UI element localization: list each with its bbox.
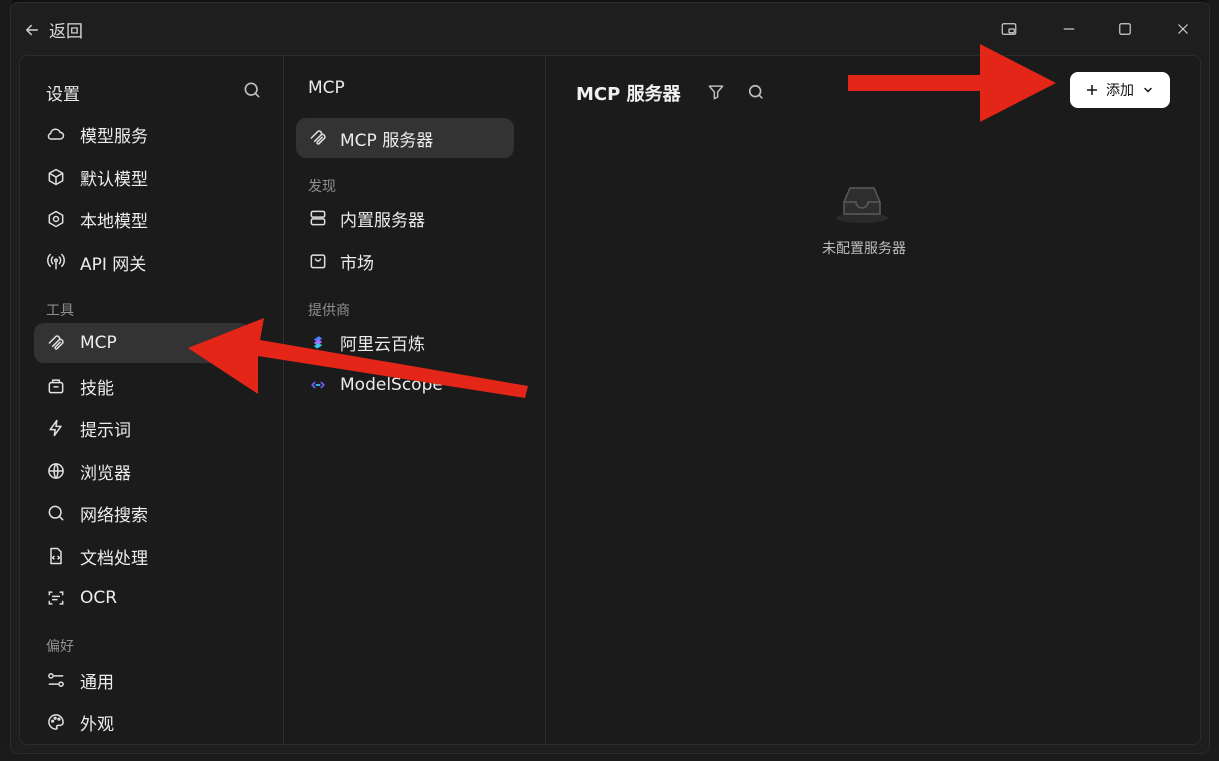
sub-item-marketplace[interactable]: 市场 (296, 241, 514, 281)
search-icon[interactable] (242, 80, 262, 100)
empty-state-text: 未配置服务器 (822, 241, 906, 257)
local-model-icon (48, 210, 64, 228)
globe-icon (48, 463, 64, 479)
section-label-preferences: 偏好 (46, 639, 74, 655)
add-server-button[interactable]: 添加 (1070, 72, 1170, 108)
sidebar-item-appearance[interactable]: 外观 (34, 702, 250, 742)
sidebar-item-local-model[interactable]: 本地模型 (34, 199, 250, 239)
sidebar-item-default-model[interactable]: 默认模型 (34, 157, 250, 197)
sub-item-builtin-servers[interactable]: 内置服务器 (296, 198, 514, 238)
chevron-down-icon (1144, 87, 1152, 93)
section-label-tools: 工具 (46, 303, 74, 319)
skills-icon (48, 379, 64, 394)
section-label-discover: 发现 (308, 179, 336, 195)
sidebar-item-document-processing[interactable]: 文档处理 (34, 536, 250, 576)
add-button-label: 添加 (1106, 83, 1134, 99)
minimize-icon (1063, 28, 1075, 30)
server-icon (310, 210, 326, 226)
sidebar-item-api-gateway[interactable]: API 网关 (34, 242, 250, 282)
back-label: 返回 (49, 22, 83, 42)
picture-in-picture-icon (1001, 23, 1017, 35)
picture-in-picture-button[interactable] (997, 17, 1021, 41)
red-arrow-to-add (848, 44, 1056, 122)
minimize-button[interactable] (1057, 17, 1081, 41)
scan-text-icon (48, 591, 64, 605)
sidebar-item-prompts[interactable]: 提示词 (34, 408, 250, 448)
section-label-providers: 提供商 (308, 303, 350, 319)
empty-inbox-icon (836, 187, 888, 223)
page-title: MCP 服务器 (576, 84, 681, 105)
back-button[interactable]: 返回 (23, 17, 83, 42)
shopping-bag-icon (310, 254, 326, 269)
search-icon (48, 505, 64, 521)
maximize-button[interactable] (1113, 17, 1137, 41)
mcp-icon (48, 335, 64, 350)
settings-sidebar: 设置 模型服务 默认模型 本地模型 API 网关 工具 MCP 技能 提示词 浏… (20, 56, 284, 744)
lightning-icon (49, 419, 62, 437)
settings-panel: 设置 模型服务 默认模型 本地模型 API 网关 工具 MCP 技能 提示词 浏… (19, 55, 1201, 745)
mcp-servers-content: MCP 服务器 添加 未配置服务器 (546, 56, 1200, 744)
settings-sliders-icon (48, 673, 64, 687)
red-arrow-to-mcp (188, 318, 528, 398)
arrow-left-icon (26, 24, 38, 35)
document-code-icon (50, 547, 62, 565)
sidebar-item-model-service[interactable]: 模型服务 (34, 114, 250, 154)
sub-item-mcp-servers[interactable]: MCP 服务器 (296, 118, 514, 158)
sidebar-item-general[interactable]: 通用 (34, 660, 250, 700)
sidebar-item-web-search[interactable]: 网络搜索 (34, 493, 250, 533)
mcp-sub-navigation: MCP MCP 服务器 发现 内置服务器 市场 提供商 阿里云百炼 ModelS… (284, 56, 546, 744)
mcp-icon (310, 130, 326, 145)
search-icon[interactable] (746, 82, 766, 102)
mcp-nav-title: MCP (308, 78, 345, 98)
plus-icon (1087, 85, 1097, 95)
cube-icon (48, 168, 64, 186)
close-icon (1178, 24, 1188, 34)
maximize-icon (1119, 23, 1131, 35)
sidebar-item-browser[interactable]: 浏览器 (34, 451, 250, 491)
close-button[interactable] (1171, 17, 1195, 41)
sidebar-item-ocr[interactable]: OCR (34, 578, 250, 618)
cloud-icon (47, 128, 65, 140)
palette-icon (48, 714, 64, 730)
filter-icon[interactable] (706, 82, 726, 102)
sidebar-title: 设置 (46, 85, 80, 105)
antenna-icon (47, 253, 65, 270)
